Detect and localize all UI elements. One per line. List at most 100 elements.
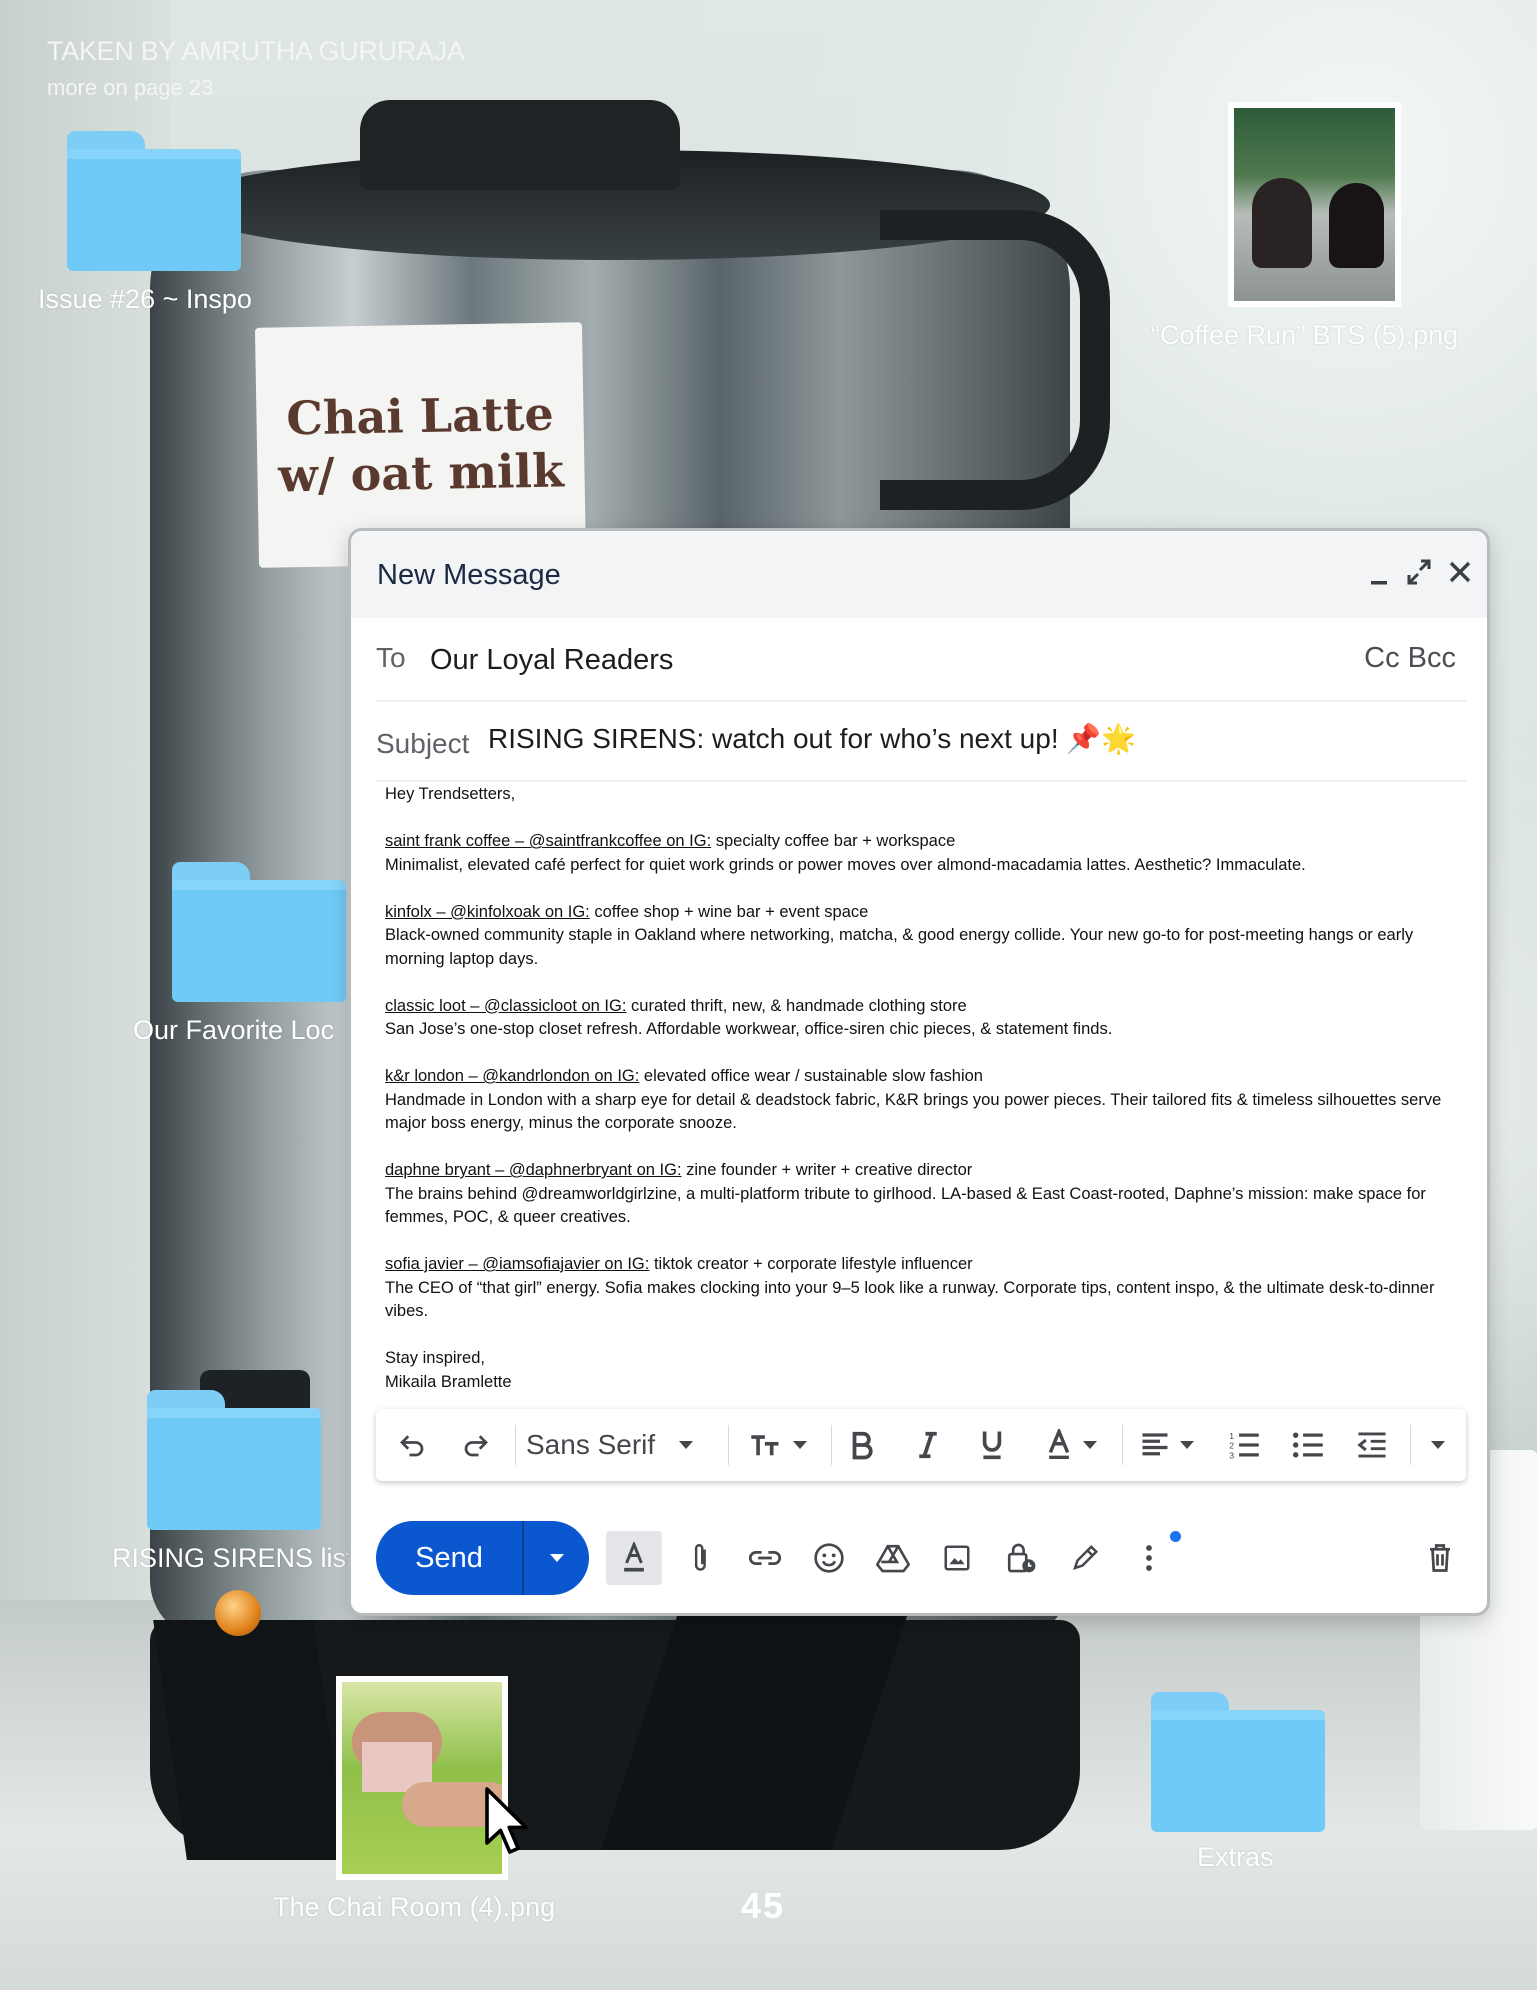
folder-icon[interactable] (67, 131, 241, 271)
notification-dot-icon (1170, 1531, 1181, 1542)
more-formatting-icon[interactable] (1420, 1426, 1456, 1464)
to-label: To (376, 642, 406, 673)
send-options-button[interactable] (524, 1521, 589, 1595)
chevron-down-icon (793, 1441, 807, 1449)
cc-bcc-link[interactable]: Cc Bcc (1364, 642, 1456, 675)
signature-pen-icon[interactable] (1063, 1536, 1107, 1580)
formatting-options-icon[interactable] (606, 1531, 662, 1585)
signoff: Stay inspired, (385, 1349, 485, 1367)
urn-leg-left (153, 1620, 347, 1860)
svg-text:3: 3 (1229, 1451, 1234, 1460)
indent-less-icon[interactable] (1350, 1426, 1394, 1464)
redo-icon[interactable] (456, 1426, 496, 1464)
list-item: saint frank coffee – @saintfrankcoffee o… (385, 830, 1465, 854)
coffee-run-photo (1234, 108, 1395, 301)
expand-icon[interactable] (1405, 557, 1433, 593)
font-size-icon[interactable] (738, 1426, 818, 1464)
folder-icon[interactable] (147, 1390, 321, 1530)
font-family-select[interactable]: Sans Serif (526, 1426, 706, 1464)
chevron-down-icon (549, 1554, 564, 1562)
chevron-down-icon (1083, 1441, 1097, 1449)
mouse-pointer-icon (485, 1787, 528, 1854)
entry-handle-link[interactable]: saint frank coffee – @saintfrankcoffee o… (385, 832, 711, 850)
svg-text:2: 2 (1229, 1441, 1234, 1451)
list-item: daphne bryant – @daphnerbryant on IG: zi… (385, 1159, 1465, 1183)
entry-description: The CEO of “that girl” energy. Sofia mak… (385, 1278, 1435, 1321)
bulleted-list-icon[interactable] (1286, 1426, 1330, 1464)
entry-description: The brains behind @dreamworldgirlzine, a… (385, 1184, 1426, 1227)
image-file-thumbnail[interactable] (1228, 102, 1401, 307)
folder-label-inspo[interactable]: Issue #26 ~ Inspo (38, 284, 252, 315)
discard-draft-icon[interactable] (1418, 1536, 1462, 1580)
entry-handle-link[interactable]: kinfolx – @kinfolxoak on IG: (385, 903, 590, 921)
compose-header: New Message (351, 531, 1487, 618)
subject-field[interactable]: RISING SIRENS: watch out for who’s next … (488, 722, 1136, 755)
entry-tagline: elevated office wear / sustainable slow … (639, 1067, 983, 1085)
sticker-line-1: Chai Latte (285, 386, 555, 445)
entry-description: San Jose’s one-stop closet refresh. Affo… (385, 1020, 1113, 1038)
image-file-thumbnail[interactable] (336, 1676, 508, 1880)
chevron-down-icon (679, 1441, 694, 1449)
chevron-down-icon (1431, 1441, 1445, 1449)
svg-text:1: 1 (1229, 1431, 1234, 1441)
more-options-icon[interactable] (1127, 1536, 1171, 1580)
folder-label-rising-sirens[interactable]: RISING SIRENS list (112, 1543, 354, 1574)
folder-icon[interactable] (1151, 1692, 1325, 1832)
photo-credit-subtitle: more on page 23 (47, 75, 214, 100)
photo-credit: TAKEN BY AMRUTHA GURURAJA (47, 36, 465, 66)
send-split-button: Send (376, 1521, 589, 1595)
page-number: 45 (741, 1885, 786, 1926)
message-body[interactable]: Hey Trendsetters, saint frank coffee – @… (385, 783, 1465, 1394)
urn-lid-knob (360, 100, 680, 190)
urn-indicator-light (215, 1590, 261, 1636)
entry-tagline: zine founder + writer + creative directo… (681, 1161, 973, 1179)
entry-description: Black-owned community staple in Oakland … (385, 926, 1414, 968)
entry-tagline: coffee shop + wine bar + event space (589, 902, 869, 921)
to-recipients[interactable]: Our Loyal Readers (430, 644, 673, 677)
entry-tagline: curated thrift, new, & handmade clothing… (626, 996, 967, 1015)
text-color-icon[interactable] (1036, 1426, 1106, 1464)
urn-handle (880, 210, 1110, 510)
italic-icon[interactable] (906, 1426, 950, 1464)
minimize-icon[interactable] (1368, 559, 1390, 595)
folder-label-extras[interactable]: Extras (1197, 1842, 1274, 1873)
entry-description: Minimalist, elevated café perfect for qu… (385, 855, 1306, 874)
list-item: sofia javier – @iamsofiajavier on IG: ti… (385, 1253, 1465, 1277)
underline-icon[interactable] (970, 1426, 1014, 1464)
greeting: Hey Trendsetters, (385, 785, 516, 803)
list-item: k&r london – @kandrlondon on IG: elevate… (385, 1065, 1465, 1089)
folder-label-favorite-locations[interactable]: Our Favorite Loc (133, 1015, 334, 1046)
chevron-down-icon (1180, 1441, 1194, 1449)
attach-icon[interactable] (679, 1536, 723, 1580)
folder-icon[interactable] (172, 862, 346, 1002)
entry-handle-link[interactable]: sofia javier – @iamsofiajavier on IG: (385, 1255, 649, 1273)
list-item: classic loot – @classicloot on IG: curat… (385, 995, 1465, 1019)
numbered-list-icon[interactable]: 123 (1222, 1426, 1266, 1464)
bold-icon[interactable] (840, 1426, 884, 1464)
align-icon[interactable] (1132, 1426, 1202, 1464)
to-row[interactable]: To Our Loyal Readers Cc Bcc (376, 618, 1466, 702)
close-icon[interactable] (1447, 557, 1473, 593)
entry-handle-link[interactable]: daphne bryant – @daphnerbryant on IG: (385, 1161, 682, 1179)
undo-icon[interactable] (392, 1426, 432, 1464)
file-label-coffee-run[interactable]: “Coffee Run” BTS (5).png (1151, 320, 1458, 351)
insert-photo-icon[interactable] (935, 1536, 979, 1580)
font-family-value: Sans Serif (526, 1429, 656, 1460)
send-button[interactable]: Send (376, 1521, 522, 1595)
drive-icon[interactable] (871, 1536, 915, 1580)
entry-tagline: tiktok creator + corporate lifestyle inf… (649, 1255, 973, 1273)
compose-window: New Message To Our Loyal Readers Cc Bcc … (348, 528, 1490, 1616)
signature: Mikaila Bramlette (385, 1372, 512, 1391)
file-label-chai-room[interactable]: The Chai Room (4).png (273, 1892, 555, 1923)
entry-handle-link[interactable]: classic loot – @classicloot on IG: (385, 997, 626, 1015)
chai-room-photo (342, 1682, 502, 1874)
entry-handle-link[interactable]: k&r london – @kandrlondon on IG: (385, 1067, 639, 1085)
emoji-icon[interactable] (807, 1536, 851, 1580)
entry-tagline: specialty coffee bar + workspace (711, 832, 956, 850)
entry-description: Handmade in London with a sharp eye for … (385, 1090, 1442, 1133)
subject-label: Subject (376, 728, 470, 759)
insert-link-icon[interactable] (743, 1536, 787, 1580)
confidential-mode-icon[interactable] (999, 1536, 1043, 1580)
subject-row[interactable]: Subject RISING SIRENS: watch out for who… (376, 700, 1466, 782)
list-item: kinfolx – @kinfolxoak on IG: coffee shop… (385, 901, 1465, 925)
